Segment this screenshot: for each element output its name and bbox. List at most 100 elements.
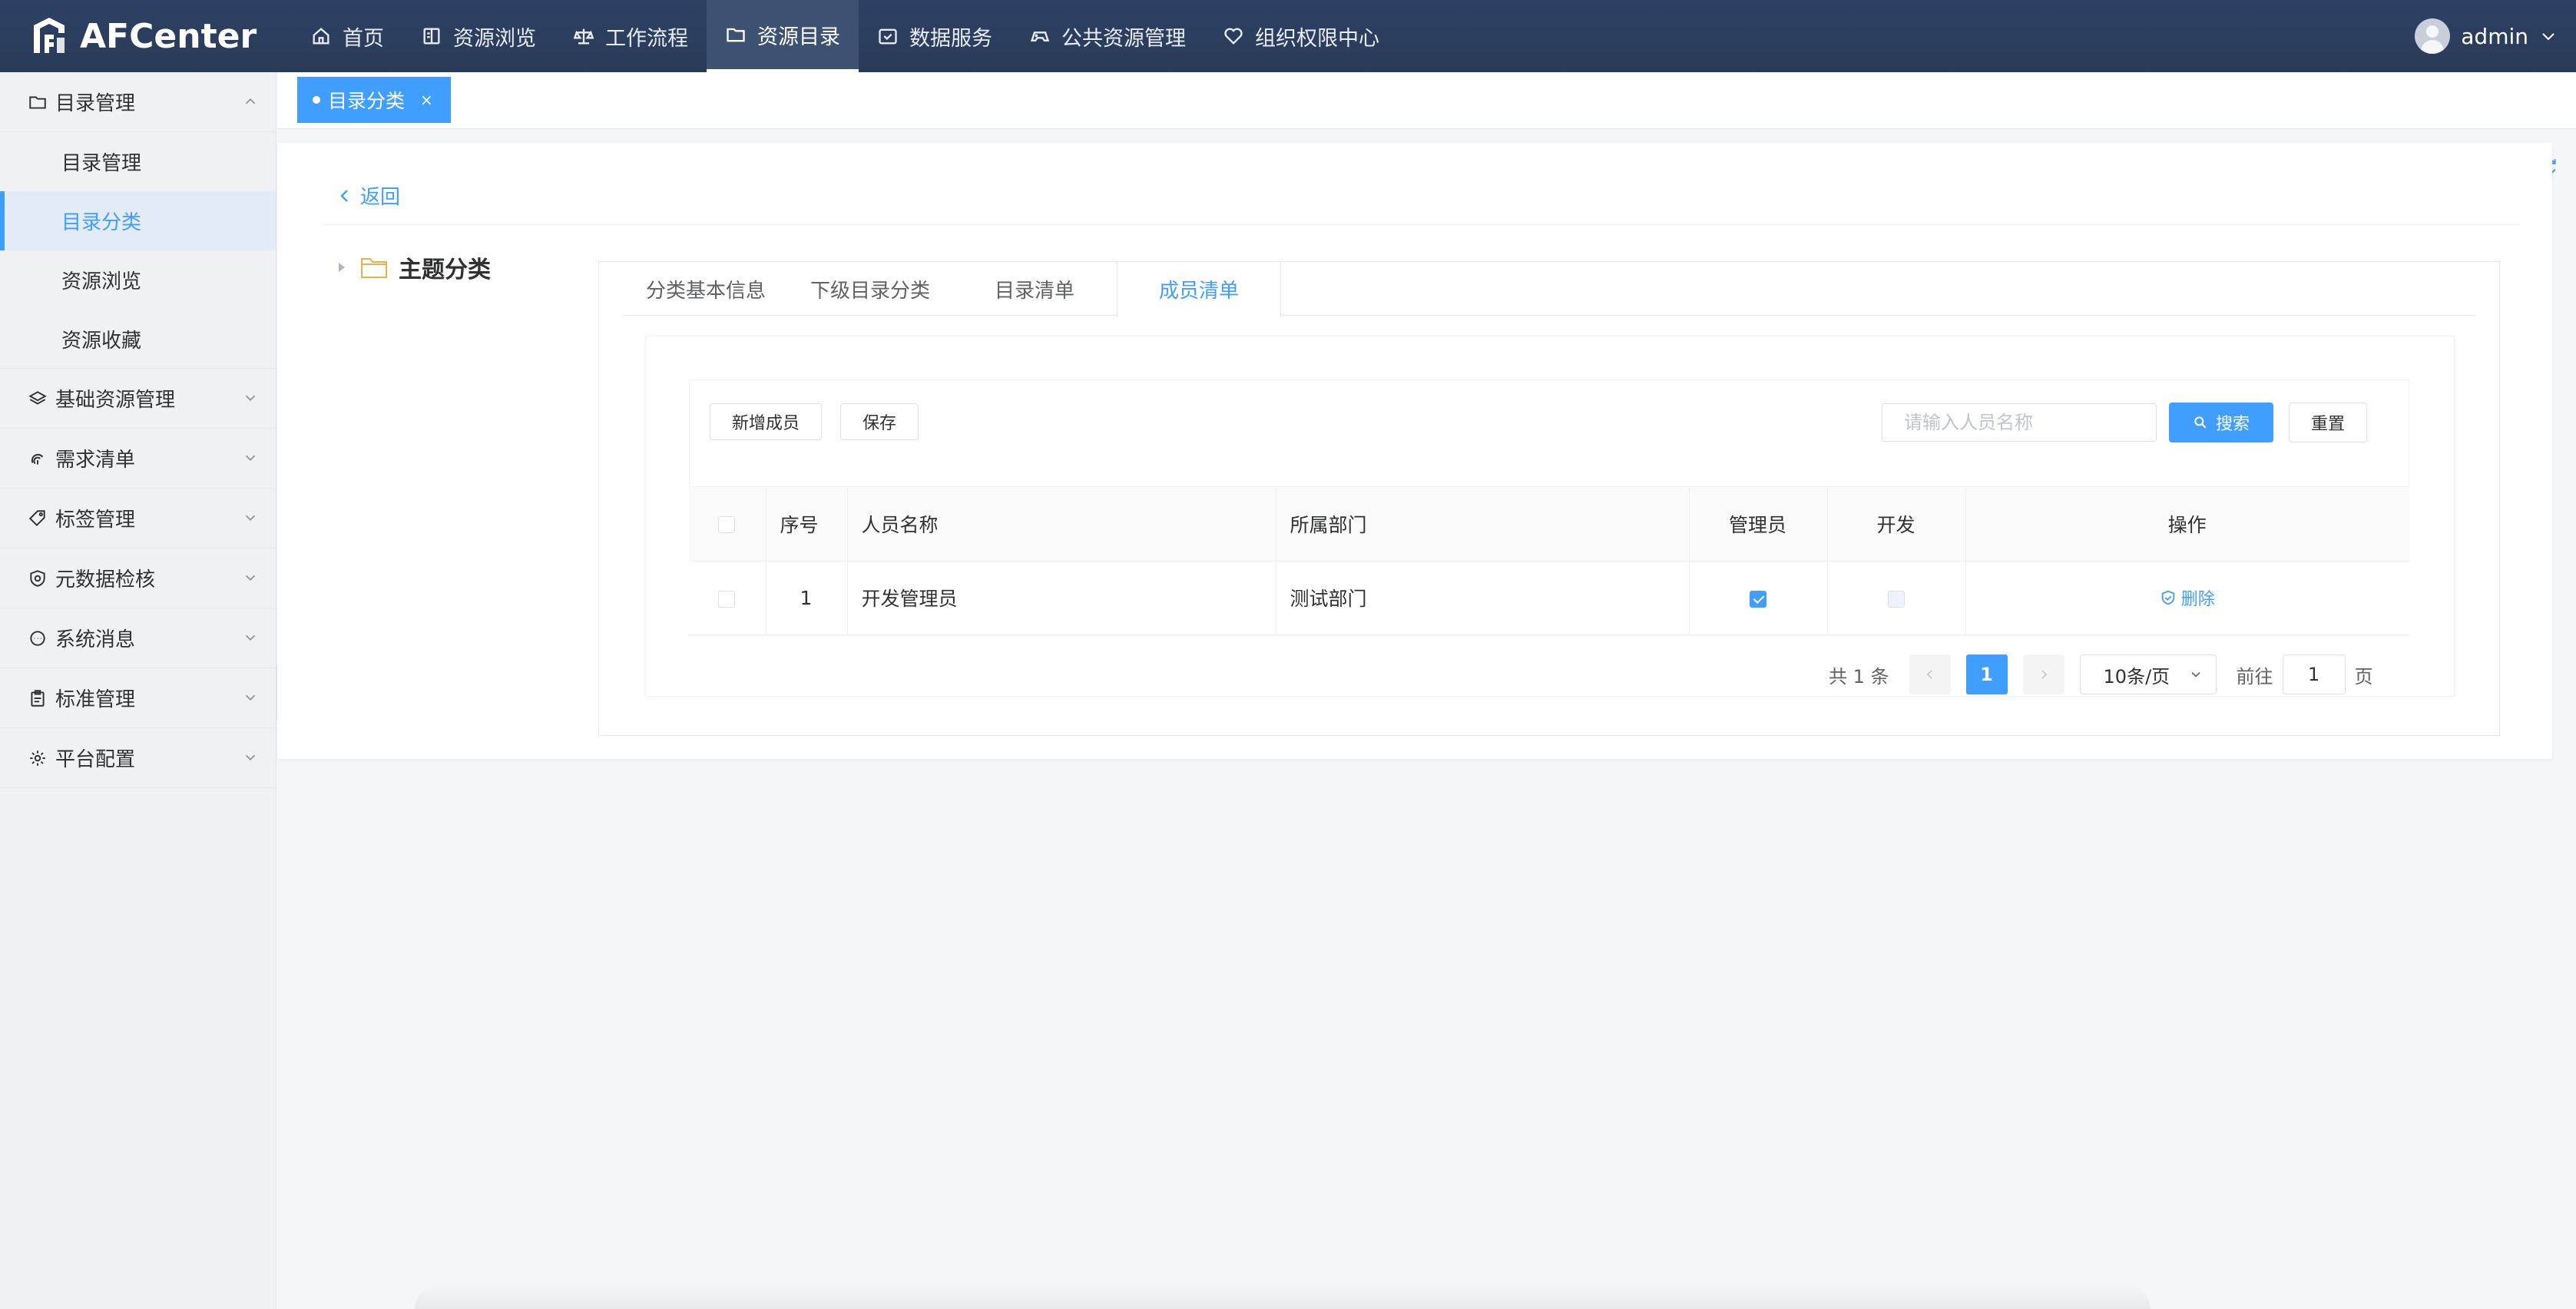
nav-label: 工作流程	[605, 26, 688, 51]
bottom-edge-shadow	[415, 1284, 2151, 1309]
divider	[323, 224, 2520, 225]
chat-icon	[30, 630, 45, 646]
chevron-left-icon	[1926, 670, 1932, 679]
delete-label: 删除	[2180, 589, 2215, 609]
search-button[interactable]: 搜索	[2169, 403, 2274, 442]
caret-right-icon[interactable]	[339, 263, 345, 272]
sidebar-item-catalog-manage[interactable]: 目录管理	[0, 132, 276, 191]
back-link[interactable]: 返回	[336, 181, 400, 210]
nav-item-data-service[interactable]: 数据服务	[859, 0, 1011, 72]
sidebar-item-catalog-category[interactable]: 目录分类	[0, 191, 276, 250]
save-button[interactable]: 保存	[840, 403, 919, 440]
brand-name: AFCenter	[80, 16, 257, 56]
sidebar-item-label: 资源收藏	[61, 329, 142, 353]
tab-catalog-category[interactable]: 目录分类 ×	[297, 77, 451, 123]
logo-icon	[34, 18, 65, 53]
gamepad-icon	[1030, 31, 1050, 41]
top-navbar: AFCenter 首页 资源浏览 工作流程 资源目录 数据服务 公共资源管理 组…	[0, 0, 2576, 72]
nav-item-org-permission[interactable]: 组织权限中心	[1204, 0, 1398, 72]
sidebar-group-tags[interactable]: 标签管理	[0, 489, 276, 548]
sidebar-group-base-resource[interactable]: 基础资源管理	[0, 369, 276, 429]
main-card: 返回 主题分类 分类基本信息 下级目录分类 目录清单 成员清单 新增成员 保存 …	[277, 143, 2552, 759]
column-header-name: 人员名称	[847, 487, 1276, 562]
member-search-input[interactable]	[1882, 403, 2157, 442]
chevron-down-icon	[2542, 33, 2554, 41]
admin-checkbox[interactable]	[1749, 590, 1766, 608]
sidebar-group-system-messages[interactable]: 系统消息	[0, 608, 276, 668]
goto-suffix: 页	[2354, 665, 2373, 688]
page-number-1[interactable]: 1	[1965, 654, 2008, 694]
nav-item-resource-catalog[interactable]: 资源目录	[707, 0, 859, 72]
tab-label: 分类基本信息	[645, 279, 766, 303]
tab-label: 目录清单	[994, 279, 1074, 303]
tab-basic-info[interactable]: 分类基本信息	[624, 262, 788, 316]
reset-button[interactable]: 重置	[2289, 403, 2368, 442]
prev-page-button[interactable]	[1909, 654, 1951, 694]
button-label: 新增成员	[732, 414, 800, 433]
sidebar-group-catalog[interactable]: 目录管理	[0, 72, 276, 132]
sidebar-group-label: 目录管理	[55, 92, 136, 115]
gear-icon	[30, 750, 45, 766]
search-icon	[2194, 416, 2207, 429]
add-member-button[interactable]: 新增成员	[710, 403, 823, 440]
chevron-right-icon	[2041, 670, 2047, 679]
select-all-checkbox[interactable]	[718, 516, 736, 534]
chevron-up-icon	[245, 98, 256, 104]
sidebar-group-label: 平台配置	[55, 748, 136, 771]
tab-label: 下级目录分类	[810, 279, 930, 303]
sidebar-group-requirements[interactable]: 需求清单	[0, 429, 276, 489]
nav-item-public-resource[interactable]: 公共资源管理	[1011, 0, 1204, 72]
user-menu[interactable]: admin	[2415, 0, 2558, 72]
close-icon[interactable]: ×	[420, 91, 433, 109]
folder-icon	[29, 96, 46, 109]
layers-icon	[28, 390, 47, 405]
row-dept: 测试部门	[1276, 561, 1690, 635]
tag-icon	[28, 509, 45, 526]
sidebar-group-label: 基础资源管理	[55, 389, 176, 412]
pagination: 共 1 条 1 10条/页 前往 页	[1829, 653, 2373, 696]
username: admin	[2461, 23, 2528, 49]
column-header-index: 序号	[766, 487, 848, 562]
tab-catalog-list[interactable]: 目录清单	[952, 262, 1117, 316]
row-checkbox[interactable]	[718, 590, 736, 608]
column-header-admin: 管理员	[1689, 487, 1828, 562]
sidebar-group-platform-config[interactable]: 平台配置	[0, 728, 276, 788]
nav-item-workflow[interactable]: 工作流程	[555, 0, 707, 72]
calendar-check-icon	[879, 28, 897, 45]
button-label: 搜索	[2216, 415, 2250, 434]
nav-item-resource-browse[interactable]: 资源浏览	[402, 0, 555, 72]
book-icon	[423, 28, 440, 45]
avatar	[2415, 18, 2451, 54]
tab-member-list[interactable]: 成员清单	[1117, 262, 1281, 316]
detail-panel: 分类基本信息 下级目录分类 目录清单 成员清单 新增成员 保存 搜索 重置	[598, 261, 2500, 736]
chevron-left-icon	[340, 189, 348, 202]
tree-node-label: 主题分类	[399, 257, 491, 283]
member-table: 序号 人员名称 所属部门 管理员 开发 操作 1 开发管理员 测试部门 删除	[689, 487, 2409, 635]
page-size-select[interactable]: 10条/页	[2079, 654, 2217, 694]
nav-item-home[interactable]: 首页	[292, 0, 402, 72]
sidebar-group-metadata-check[interactable]: 元数据检核	[0, 548, 276, 608]
next-page-button[interactable]	[2022, 654, 2064, 694]
goto-page-input[interactable]	[2282, 654, 2346, 694]
row-index: 1	[766, 561, 848, 635]
chevron-down-icon	[245, 455, 256, 462]
fingerprint-icon	[31, 453, 44, 465]
pagination-total: 共 1 条	[1829, 665, 1889, 688]
sidebar-item-resource-browse[interactable]: 资源浏览	[0, 250, 276, 310]
delete-button[interactable]: 删除	[2160, 585, 2215, 610]
chevron-down-icon	[245, 754, 256, 761]
row-dev-cell	[1827, 561, 1966, 635]
main-nav: 首页 资源浏览 工作流程 资源目录 数据服务 公共资源管理 组织权限中心	[292, 0, 1398, 72]
brand-logo[interactable]: AFCenter	[0, 15, 292, 58]
chevron-down-icon	[245, 575, 256, 582]
tree-node-theme-category[interactable]: 主题分类	[339, 250, 491, 284]
chevron-down-icon	[245, 515, 256, 522]
sidebar-group-label: 标准管理	[55, 688, 136, 711]
sidebar-group-standards[interactable]: 标准管理	[0, 668, 276, 728]
sidebar-item-resource-favorites[interactable]: 资源收藏	[0, 310, 276, 369]
tab-sub-categories[interactable]: 下级目录分类	[788, 262, 952, 316]
chevron-down-icon	[245, 395, 256, 402]
active-dot	[313, 96, 320, 104]
dev-checkbox[interactable]	[1887, 590, 1905, 608]
home-icon	[313, 28, 329, 45]
